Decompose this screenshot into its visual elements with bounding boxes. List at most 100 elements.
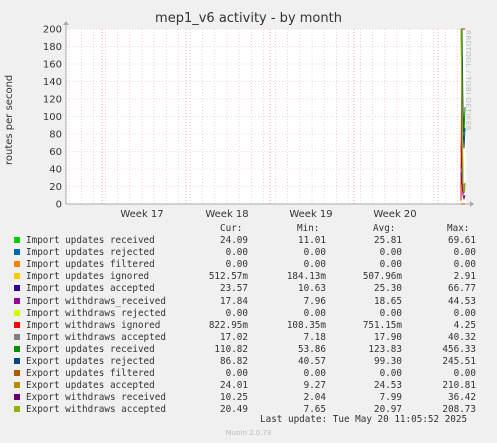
- legend-max: 4.25: [453, 319, 476, 331]
- legend-min: 53.86: [298, 343, 326, 355]
- legend-max: 66.77: [448, 283, 476, 295]
- legend-avg: 18.65: [374, 295, 402, 307]
- y-tick-label: 160: [43, 60, 62, 71]
- legend-swatch: [14, 382, 20, 389]
- legend-label: Import withdraws ignored: [26, 319, 161, 331]
- legend-min: 7.96: [303, 295, 326, 307]
- legend-max: 456.33: [442, 343, 476, 355]
- legend-swatch: [14, 370, 20, 377]
- legend-label: Import withdraws_received: [26, 295, 166, 307]
- legend-max: 2.91: [453, 271, 476, 283]
- legend-avg: 25.30: [374, 283, 402, 295]
- legend-label: Export updates accepted: [26, 380, 155, 392]
- y-tick-label: 40: [49, 165, 62, 176]
- legend-swatch: [14, 273, 20, 280]
- header-min: Min:: [297, 223, 320, 234]
- legend-label: Export withdraws received: [26, 392, 166, 404]
- header-avg: Avg:: [373, 223, 396, 234]
- legend-cur: 0.00: [225, 259, 248, 271]
- legend-max: 0.00: [453, 307, 476, 319]
- legend-min: 0.00: [303, 247, 326, 259]
- legend-swatch: [14, 237, 20, 243]
- legend-label: Export updates filtered: [26, 368, 155, 380]
- legend-swatch: [14, 345, 20, 352]
- legend-avg: 751.15m: [362, 319, 402, 331]
- y-tick-label: 60: [49, 147, 62, 158]
- x-tick-label: Week 17: [120, 209, 163, 220]
- legend-cur: 822.95m: [208, 319, 248, 331]
- legend-swatch: [14, 309, 20, 316]
- y-tick-label: 0: [56, 200, 62, 211]
- legend-max: 210.81: [442, 380, 476, 392]
- legend-max: 40.32: [448, 331, 476, 343]
- y-tick-label: 80: [49, 130, 62, 141]
- legend-avg: 0.00: [379, 247, 402, 259]
- last-update: Last update: Tue May 20 11:05:52 2025: [260, 414, 468, 425]
- y-tick-label: 120: [43, 95, 62, 106]
- rrdtool-credit: RRDTOOL / TOBI OETIKER: [464, 30, 472, 132]
- legend-cur: 0.00: [225, 368, 248, 380]
- legend-avg: 507.96m: [362, 271, 402, 283]
- header-max: Max:: [447, 223, 470, 234]
- legend-min: 0.00: [303, 368, 326, 380]
- legend-max: 0.00: [453, 259, 476, 271]
- legend-max: 0.00: [453, 247, 476, 259]
- y-tick-label: 100: [43, 112, 62, 123]
- legend-cur: 17.02: [220, 331, 248, 343]
- legend-min: 108.35m: [286, 319, 326, 331]
- legend-max: 245.51: [442, 356, 476, 367]
- legend-label: Import withdraws rejected: [26, 307, 166, 319]
- legend-swatch: [14, 249, 20, 256]
- legend-swatch: [14, 333, 20, 340]
- legend-avg: 24.53: [374, 380, 402, 392]
- munin-version: Munin 2.0.73: [225, 429, 272, 437]
- y-tick-label: 20: [49, 182, 62, 193]
- y-tick-label: 140: [43, 77, 62, 88]
- legend-min: 0.00: [303, 259, 326, 271]
- y-tick-label: 200: [43, 25, 62, 36]
- legend-label: Export updates received: [26, 343, 155, 355]
- legend-avg: 99.30: [374, 356, 402, 367]
- legend-cur: 0.00: [225, 247, 248, 259]
- legend-min: 9.27: [303, 380, 326, 392]
- legend-cur: 24.09: [220, 235, 248, 246]
- x-tick-label: Week 19: [289, 209, 332, 220]
- legend-swatch: [14, 261, 20, 268]
- legend-label: Import updates rejected: [26, 247, 155, 259]
- legend-min: 11.01: [298, 235, 326, 246]
- legend-min: 40.57: [298, 356, 326, 367]
- legend-avg: 123.83: [368, 343, 402, 355]
- legend-label: Export updates rejected: [26, 356, 155, 367]
- legend-avg: 0.00: [379, 259, 402, 271]
- legend-label: Import updates ignored: [26, 271, 150, 283]
- legend-cur: 20.49: [220, 404, 248, 416]
- legend-cur: 110.82: [214, 343, 248, 355]
- legend-avg: 7.99: [379, 392, 402, 404]
- legend-avg: 25.81: [374, 235, 402, 246]
- legend-cur: 512.57m: [208, 271, 248, 283]
- y-axis-label: routes per second: [4, 74, 15, 165]
- y-tick-label: 180: [43, 42, 62, 53]
- legend-max: 36.42: [448, 392, 476, 404]
- legend-min: 0.00: [303, 307, 326, 319]
- header-cur: Cur:: [220, 223, 243, 234]
- legend-cur: 24.01: [220, 380, 248, 392]
- legend-avg: 0.00: [379, 368, 402, 380]
- x-tick-label: Week 20: [373, 209, 416, 220]
- legend-swatch: [14, 394, 20, 401]
- legend-cur: 17.84: [220, 295, 248, 307]
- legend-min: 184.13m: [286, 271, 326, 283]
- legend-min: 2.04: [303, 392, 326, 404]
- legend-cur: 0.00: [225, 307, 248, 319]
- legend-avg: 0.00: [379, 307, 402, 319]
- legend-label: Import withdraws accepted: [26, 331, 166, 343]
- legend-label: Import updates received: [26, 235, 155, 246]
- legend-swatch: [14, 358, 20, 364]
- legend-swatch: [14, 406, 20, 413]
- legend-max: 69.61: [448, 235, 476, 246]
- legend-max: 0.00: [453, 368, 476, 380]
- legend-label: Import updates accepted: [26, 283, 155, 295]
- legend-label: Import updates filtered: [26, 259, 155, 271]
- legend-cur: 10.25: [220, 392, 248, 404]
- x-tick-label: Week 18: [205, 209, 248, 220]
